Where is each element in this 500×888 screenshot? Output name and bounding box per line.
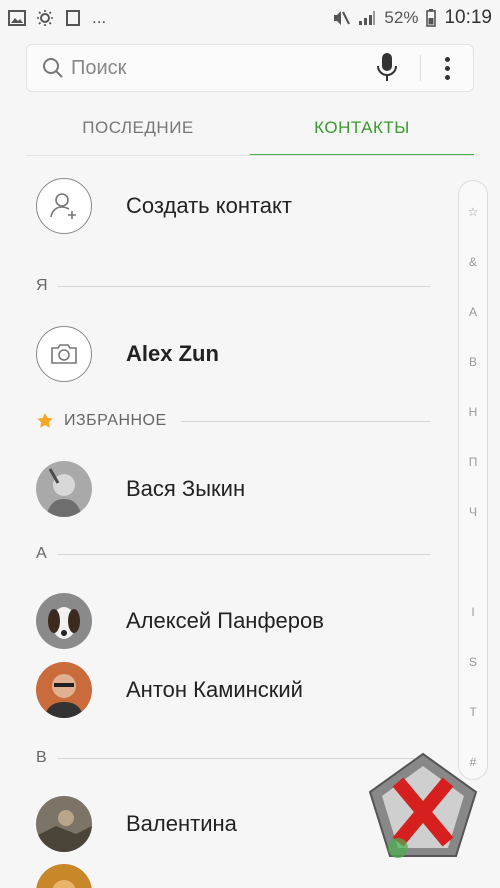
section-letter: Я bbox=[36, 277, 48, 294]
contact-name: Вася Зыкин bbox=[126, 476, 246, 501]
search-divider bbox=[420, 55, 421, 81]
index-letter[interactable]: П bbox=[459, 455, 487, 469]
index-letter[interactable]: S bbox=[459, 655, 487, 669]
index-letter[interactable]: B bbox=[459, 355, 487, 369]
section-header-ya: Я bbox=[36, 276, 430, 296]
contact-row[interactable]: Валентина bbox=[36, 796, 237, 852]
tabs-divider bbox=[26, 155, 474, 156]
avatar bbox=[36, 864, 92, 888]
gallery-icon bbox=[8, 10, 26, 26]
section-divider bbox=[58, 285, 430, 287]
mute-vibrate-icon bbox=[334, 11, 351, 25]
section-divider bbox=[58, 553, 430, 555]
camera-icon bbox=[36, 326, 92, 382]
search-input[interactable]: Поиск bbox=[71, 57, 372, 80]
create-contact-row[interactable]: Создать контакт bbox=[36, 178, 292, 234]
favorites-title: ИЗБРАННОЕ bbox=[64, 412, 167, 429]
avatar bbox=[36, 461, 92, 517]
tab-bar: ПОСЛЕДНИЕ КОНТАКТЫ bbox=[26, 104, 474, 156]
section-letter: А bbox=[36, 545, 47, 562]
tab-contacts[interactable]: КОНТАКТЫ bbox=[250, 104, 474, 156]
alphabet-index-scroller[interactable]: ☆ & A B H П Ч I S T # bbox=[458, 180, 488, 780]
section-header-a: А bbox=[36, 544, 430, 564]
screen-icon bbox=[66, 10, 80, 26]
mic-icon[interactable] bbox=[372, 51, 402, 85]
contact-name: Валентина bbox=[126, 811, 237, 836]
contact-name: Алексей Панферов bbox=[126, 608, 324, 633]
create-contact-label: Создать контакт bbox=[126, 193, 292, 218]
section-header-favorites: ИЗБРАННОЕ bbox=[36, 411, 430, 431]
battery-percent: 52% bbox=[384, 8, 419, 27]
avatar bbox=[36, 796, 92, 852]
section-letter: В bbox=[36, 749, 47, 766]
brightness-icon bbox=[37, 10, 53, 26]
index-letter[interactable]: A bbox=[459, 305, 487, 319]
status-overflow: ... bbox=[92, 8, 107, 27]
watermark-logo bbox=[368, 752, 478, 862]
index-letter[interactable]: T bbox=[459, 705, 487, 719]
tab-recent[interactable]: ПОСЛЕДНИЕ bbox=[26, 104, 250, 156]
section-divider bbox=[180, 420, 430, 422]
avatar bbox=[36, 662, 92, 718]
more-vert-icon[interactable] bbox=[435, 53, 459, 83]
index-letter[interactable]: I bbox=[459, 605, 487, 619]
index-letter[interactable]: Ч bbox=[459, 505, 487, 519]
clock: 10:19 bbox=[444, 7, 492, 28]
contact-name: Антон Каминский bbox=[126, 677, 303, 702]
status-bar: ... 52% 10:19 bbox=[0, 0, 500, 36]
avatar bbox=[36, 593, 92, 649]
add-person-icon bbox=[36, 178, 92, 234]
search-bar[interactable]: Поиск bbox=[26, 44, 474, 92]
profile-name: Alex Zun bbox=[126, 341, 219, 366]
signal-icon bbox=[359, 11, 376, 25]
profile-row[interactable]: Alex Zun bbox=[36, 326, 219, 382]
contact-row[interactable]: Антон Каминский bbox=[36, 662, 303, 718]
search-icon bbox=[43, 58, 63, 78]
index-letter[interactable]: ☆ bbox=[459, 205, 487, 219]
contact-row[interactable]: Вася Зыкин bbox=[36, 461, 245, 517]
index-letter[interactable]: & bbox=[459, 255, 487, 269]
index-letter[interactable]: H bbox=[459, 405, 487, 419]
star-icon bbox=[37, 413, 53, 428]
battery-icon bbox=[426, 9, 437, 27]
contact-row[interactable]: Алексей Панферов bbox=[36, 593, 324, 649]
